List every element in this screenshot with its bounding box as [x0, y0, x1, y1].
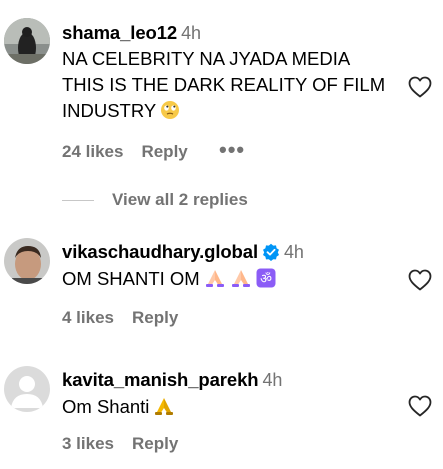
- comment-username[interactable]: vikaschaudhary.global 4h: [62, 241, 304, 266]
- comment-meta: 3 likes Reply: [62, 434, 196, 454]
- reply-button[interactable]: Reply: [132, 308, 178, 327]
- view-replies-button[interactable]: View all 2 replies: [62, 190, 248, 210]
- likes-count[interactable]: 4 likes: [62, 308, 114, 327]
- username-text[interactable]: kavita_manish_parekh: [62, 369, 259, 390]
- comment-username[interactable]: kavita_manish_parekh 4h: [62, 369, 282, 391]
- comment-meta: 4 likes Reply: [62, 308, 196, 328]
- username-text[interactable]: vikaschaudhary.global: [62, 241, 258, 262]
- comment-text-line: INDUSTRY: [62, 98, 385, 127]
- verified-badge-icon: [262, 243, 280, 266]
- heart-icon[interactable]: [408, 269, 432, 291]
- comment-text-part: Om Shanti: [62, 396, 150, 417]
- likes-count[interactable]: 3 likes: [62, 434, 114, 453]
- folded-hands-icon: [230, 268, 252, 295]
- view-replies-label[interactable]: View all 2 replies: [112, 190, 248, 209]
- avatar[interactable]: [4, 18, 50, 64]
- avatar[interactable]: [4, 238, 50, 284]
- comment-text: OM SHANTI OM ॐ: [62, 266, 276, 295]
- reply-button[interactable]: Reply: [141, 142, 187, 161]
- folded-hands-icon: [153, 396, 175, 423]
- divider: [62, 200, 94, 202]
- face-with-rolling-eyes-icon: [160, 100, 180, 127]
- more-options-icon[interactable]: •••: [219, 137, 245, 163]
- folded-hands-icon: [204, 268, 226, 295]
- comment-text-part: OM SHANTI OM: [62, 268, 200, 289]
- comment-text: NA CELEBRITY NA JYADA MEDIA THIS IS THE …: [62, 46, 385, 127]
- comment-time: 4h: [262, 370, 283, 390]
- username-text[interactable]: shama_leo12: [62, 22, 177, 43]
- comment-text: Om Shanti: [62, 394, 175, 423]
- svg-text:ॐ: ॐ: [260, 272, 272, 287]
- reply-button[interactable]: Reply: [132, 434, 178, 453]
- avatar[interactable]: [4, 366, 50, 412]
- comment-text-line: NA CELEBRITY NA JYADA MEDIA: [62, 48, 351, 69]
- comment-text-line: THIS IS THE DARK REALITY OF FILM: [62, 74, 386, 95]
- heart-icon[interactable]: [408, 76, 432, 98]
- comment-username[interactable]: shama_leo12 4h: [62, 22, 201, 44]
- comment-text-part: INDUSTRY: [62, 100, 157, 121]
- comment-time: 4h: [181, 23, 201, 43]
- heart-icon[interactable]: [408, 395, 432, 417]
- comment-meta: 24 likes Reply: [62, 142, 206, 162]
- likes-count[interactable]: 24 likes: [62, 142, 123, 161]
- comment-time: 4h: [284, 242, 304, 262]
- om-symbol-icon: ॐ: [256, 268, 276, 295]
